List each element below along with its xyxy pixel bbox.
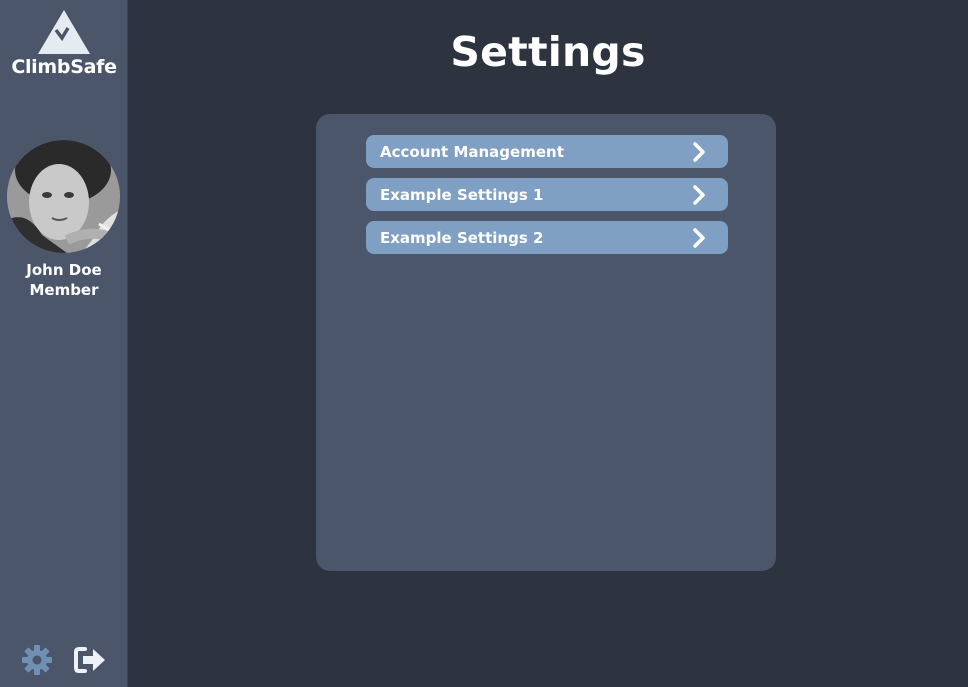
settings-item-label: Example Settings 1 — [380, 185, 544, 204]
user-name: John Doe — [26, 261, 102, 279]
app-logo[interactable]: ClimbSafe — [0, 8, 128, 78]
settings-item-example-2[interactable]: Example Settings 2 — [366, 221, 728, 254]
settings-item-account-management[interactable]: Account Management — [366, 135, 728, 168]
mountain-logo-icon — [38, 10, 90, 54]
avatar-image — [7, 140, 120, 253]
settings-item-example-1[interactable]: Example Settings 1 — [366, 178, 728, 211]
chevron-right-icon — [693, 227, 705, 248]
sidebar: ClimbSafe John Doe Member — [0, 0, 128, 687]
avatar[interactable] — [7, 140, 120, 253]
settings-item-label: Example Settings 2 — [380, 228, 544, 247]
gear-icon — [22, 645, 52, 675]
logout-button[interactable] — [73, 645, 107, 675]
chevron-right-icon — [693, 184, 705, 205]
user-role: Member — [29, 281, 99, 299]
app-name: ClimbSafe — [11, 56, 117, 78]
settings-button[interactable] — [20, 643, 54, 677]
settings-panel: Account Management Example Settings 1 Ex… — [316, 114, 776, 571]
chevron-right-icon — [693, 141, 705, 162]
settings-item-label: Account Management — [380, 142, 564, 161]
page-title: Settings — [450, 28, 646, 76]
logout-icon — [74, 647, 105, 673]
